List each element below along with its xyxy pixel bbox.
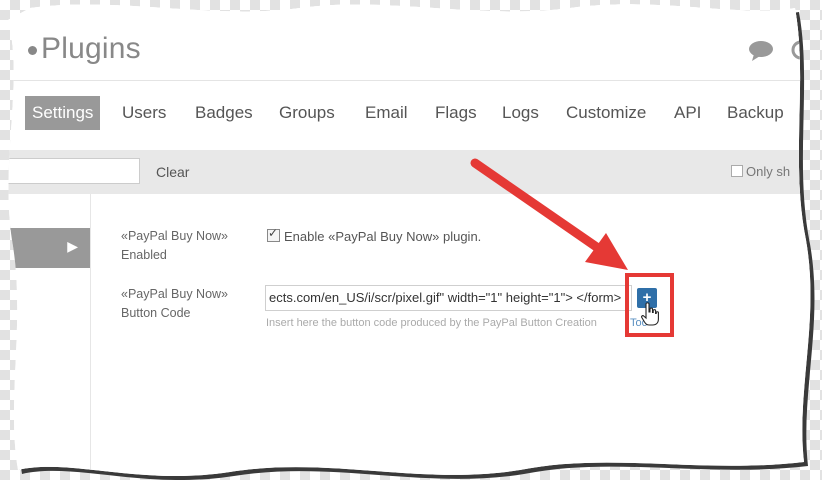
red-arrow-icon [470,158,628,270]
